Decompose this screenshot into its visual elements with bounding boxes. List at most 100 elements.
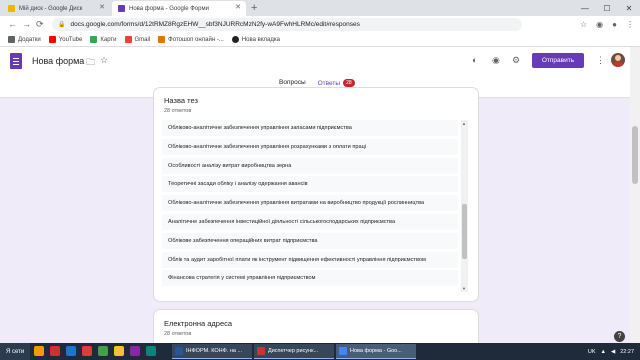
star-icon[interactable]: ☆ [580,18,587,31]
bookmark-apps[interactable]: Додатки [8,36,41,43]
app-icon[interactable] [98,346,108,356]
system-tray: UK ▲ ◀ 22:27 [588,343,634,360]
avatar[interactable] [611,53,625,67]
responses-count-badge: 28 [343,79,355,87]
browser-actions: ☆ ◉ ● ⋮ [580,18,634,31]
response-list-scrollbar[interactable]: ▲ ▼ [461,120,468,292]
close-window-button[interactable]: ✕ [618,0,640,16]
scroll-down-icon[interactable]: ▼ [462,286,466,291]
folder-icon[interactable] [34,346,44,356]
response-count: 28 ответов [164,331,192,337]
close-icon[interactable]: ✕ [235,3,241,11]
list-item: Особливості аналізу витрат виробництва з… [162,157,458,174]
list-item: Обліково-аналітичне забезпечення управлі… [162,120,458,136]
window-controls: — ☐ ✕ [574,0,640,16]
extension-icon[interactable]: ◉ [596,18,603,31]
bookmark-label: Фотошоп онлайн -... [168,36,224,43]
list-item: Аналітичне забезпечення інвестиційної ді… [162,213,458,230]
media-player-icon[interactable] [50,346,60,356]
preview-eye-icon[interactable]: ◉ [492,55,500,66]
photoshop-icon [158,36,166,43]
bookmark-label: YouTube [58,36,83,43]
palette-icon[interactable]: ◐ [472,55,477,65]
app-icon[interactable] [114,346,124,356]
form-title[interactable]: Нова форма [32,56,84,66]
url-text: docs.google.com/forms/d/12tRMZ8RgzEHW__s… [70,21,360,28]
help-button[interactable]: ? [614,331,625,342]
taskbar-task-chrome[interactable]: Нова форма - Goo... [336,344,416,359]
profile-icon[interactable]: ● [612,18,617,31]
more-vert-icon[interactable]: ⋮ [596,55,605,66]
question-title: Електронна адреса [164,319,233,328]
bookmark-label: Додатки [18,36,41,43]
os-taskbar: Я сети ІНФОРМ. КОНФ. на ... Диспетчер ри… [0,343,640,360]
back-button[interactable]: ← [8,18,17,31]
scroll-up-icon[interactable]: ▲ [462,121,466,126]
start-button[interactable]: Я сети [0,343,31,360]
app-icon[interactable] [146,346,156,356]
bookmark-maps[interactable]: Карти [90,36,117,43]
minimize-button[interactable]: — [574,0,596,16]
tab-title: Нова форма - Google Форми [129,5,209,12]
folder-icon[interactable]: 🗀 [86,55,95,71]
globe-icon [231,36,239,43]
maximize-button[interactable]: ☐ [596,0,618,16]
task-label: ІНФОРМ. КОНФ. на ... [186,348,243,354]
pdf-icon[interactable] [82,346,92,356]
scrollbar-thumb[interactable] [462,204,467,259]
response-list[interactable]: Обліково-аналітичне забезпечення управлі… [162,120,458,292]
youtube-icon [48,36,56,43]
bookmark-new-tab[interactable]: Нова вкладка [231,36,280,43]
url-input[interactable]: 🔒 docs.google.com/forms/d/12tRMZ8RgzEHW_… [52,18,522,31]
list-item: Фінансова стратегія у системі управління… [162,270,458,287]
reload-button[interactable]: ⟳ [36,18,44,31]
tab-title: Мій диск - Google Диск [19,5,83,12]
maps-icon [90,36,98,43]
new-tab-button[interactable]: + [251,0,257,16]
address-bar-row: ← → ⟳ 🔒 docs.google.com/forms/d/12tRMZ8R… [0,16,640,33]
gmail-icon [124,36,132,43]
scrollbar-thumb[interactable] [632,126,638,184]
app-icon[interactable] [130,346,140,356]
lock-icon: 🔒 [58,22,66,28]
bookmarks-bar: Додатки YouTube Карти Gmail Фотошоп онла… [0,33,640,47]
bookmark-label: Gmail [134,36,151,43]
browser-tab-forms[interactable]: Нова форма - Google Форми ✕ [112,1,246,16]
response-count: 28 ответов [164,108,192,114]
list-item: Теоретичні засади обліку і аналізу одерж… [162,176,458,193]
forms-favicon-icon [118,5,125,12]
forms-logo-icon[interactable] [10,53,22,69]
bookmark-gmail[interactable]: Gmail [124,36,151,43]
menu-icon[interactable]: ⋮ [626,18,634,31]
list-item: Облік та аудит заробітної плати як інстр… [162,251,458,268]
browser-tab-strip: Мій диск - Google Диск ✕ Нова форма - Go… [0,0,640,16]
taskbar-task-word[interactable]: ІНФОРМ. КОНФ. на ... [172,344,252,359]
list-item: Обліково-аналітичне забезпечення управлі… [162,195,458,212]
bookmark-label: Нова вкладка [241,36,280,43]
star-icon[interactable]: ☆ [100,55,108,66]
app-icon[interactable] [66,346,76,356]
apps-icon [8,36,15,43]
forward-button[interactable]: → [22,18,31,31]
clock[interactable]: 22:27 [620,349,634,355]
drive-favicon-icon [8,5,15,12]
list-item: Облікове забезпечення операційних витрат… [162,232,458,249]
taskbar-task-picture-manager[interactable]: Диспетчер рисунк... [254,344,334,359]
bookmark-youtube[interactable]: YouTube [48,36,83,43]
bookmark-label: Карти [100,36,117,43]
task-label: Нова форма - Goo... [350,348,402,354]
language-indicator[interactable]: UK [588,349,596,355]
network-icon[interactable]: ▲ [601,349,606,355]
page-scrollbar[interactable] [630,47,640,343]
question-title: Назва тез [164,96,198,105]
list-item: Обліково-аналітичне забезпечення управлі… [162,138,458,155]
close-icon[interactable]: ✕ [99,3,105,11]
volume-icon[interactable]: ◀ [611,349,615,355]
question-summary-card: Назва тез 28 ответов Обліково-аналітичне… [154,88,478,301]
task-label: Диспетчер рисунк... [268,348,319,354]
settings-gear-icon[interactable]: ⚙ [512,55,520,66]
tab-responses-label: Ответы [317,80,341,87]
send-button[interactable]: Отправить [532,53,584,68]
bookmark-photoshop[interactable]: Фотошоп онлайн -... [158,36,224,43]
browser-tab-drive[interactable]: Мій диск - Google Диск ✕ [2,1,110,16]
